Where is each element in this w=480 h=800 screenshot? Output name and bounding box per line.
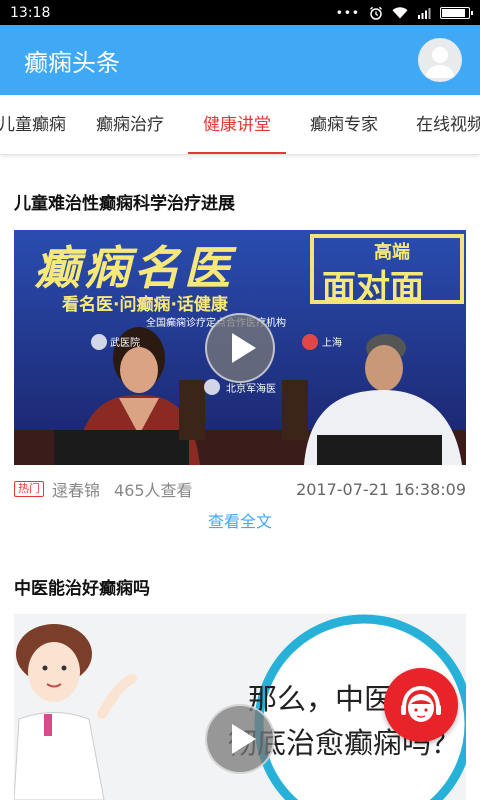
tab-health-lecture[interactable]: 健康讲堂 — [188, 95, 286, 154]
banner-subtitle: 看名医·问癫痫·话健康 — [62, 295, 228, 315]
view-count: 465人查看 — [114, 481, 193, 500]
user-icon — [425, 47, 455, 78]
status-bar: 13:18 ••• — [0, 0, 480, 25]
play-button[interactable] — [205, 313, 275, 383]
publish-date: 2017-07-21 16:38:09 — [296, 479, 466, 499]
play-button[interactable] — [205, 704, 275, 774]
notification-dots-icon: ••• — [335, 5, 360, 20]
support-agent-icon — [401, 685, 441, 722]
app-bar: 癫痫头条 — [0, 25, 480, 95]
tab-epilepsy-treatment[interactable]: 癫痫治疗 — [96, 95, 164, 154]
play-icon — [232, 333, 256, 363]
article-meta: 热门 逯春锦 465人查看 2017-07-21 16:38:09 — [14, 478, 466, 500]
signal-icon — [418, 7, 431, 19]
tab-online-video[interactable]: 在线视频 — [416, 95, 480, 154]
consult-fab-button[interactable] — [384, 668, 458, 742]
banner-hospital-2: 上海 — [322, 338, 342, 349]
avatar[interactable] — [418, 38, 462, 82]
status-time: 13:18 — [10, 4, 51, 21]
category-tabs: 儿童癫痫 癫痫治疗 健康讲堂 癫痫专家 在线视频 — [0, 95, 480, 155]
read-more-link[interactable]: 查看全文 — [0, 508, 480, 532]
play-icon — [232, 724, 256, 754]
banner-hospital-1: 武医院 — [110, 338, 140, 349]
app-title: 癫痫头条 — [24, 48, 120, 77]
tab-children-epilepsy[interactable]: 儿童癫痫 — [0, 95, 66, 154]
video-thumbnail[interactable]: 癫痫名医 高端 面对面 看名医·问癫痫·话健康 全国癫痫诊疗定点合作医疗机构 武… — [14, 230, 466, 465]
article-title[interactable]: 中医能治好癫痫吗 — [14, 574, 150, 599]
alarm-icon — [370, 6, 382, 20]
tab-epilepsy-experts[interactable]: 癫痫专家 — [310, 95, 378, 154]
article-title[interactable]: 儿童难治性癫痫科学治疗进展 — [14, 189, 235, 214]
wifi-icon — [392, 7, 408, 19]
author-name: 逯春锦 — [52, 481, 101, 500]
hot-badge: 热门 — [14, 481, 44, 497]
banner-title: 癫痫名医 — [34, 241, 234, 295]
banner-side: 面对面 — [322, 268, 424, 308]
battery-icon — [440, 6, 473, 19]
